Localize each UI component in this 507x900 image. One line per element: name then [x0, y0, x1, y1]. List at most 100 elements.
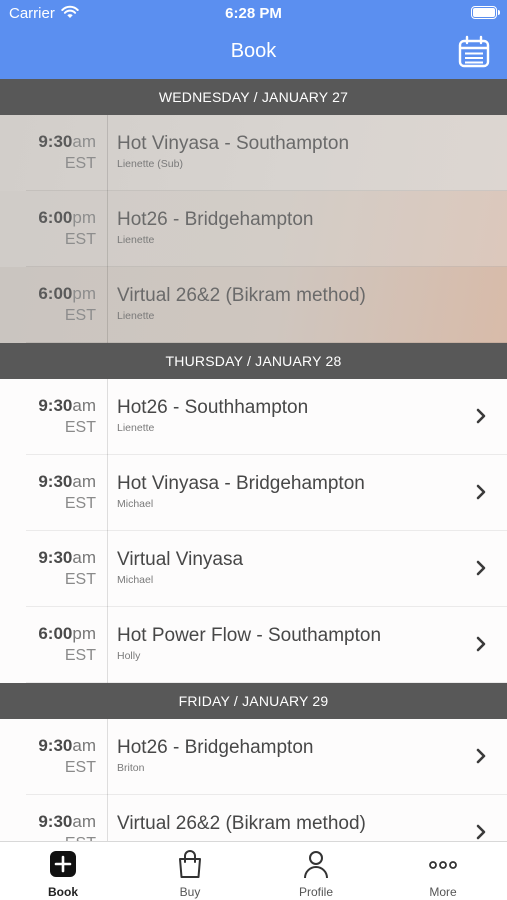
class-time-hm: 9:30 [38, 472, 73, 491]
tab-label: Buy [179, 885, 201, 899]
class-time: 9:30am [0, 812, 96, 832]
class-time-ampm: am [72, 472, 96, 491]
tab-bar: Book Buy Profile More [0, 841, 507, 900]
class-time-hm: 9:30 [38, 812, 73, 831]
class-time-ampm: am [72, 548, 96, 567]
class-time-ampm: am [72, 812, 96, 831]
day-header: FRIDAY / JANUARY 29 [0, 683, 507, 719]
class-schedule-list[interactable]: WEDNESDAY / JANUARY 27 9:30am EST Hot Vinya… [0, 79, 507, 841]
tab-more[interactable]: More [380, 842, 506, 900]
class-instructor: Lienette (Sub) [117, 158, 183, 170]
shopping-bag-icon [179, 850, 201, 878]
class-title: Hot26 - Bridgehampton [117, 737, 314, 758]
tab-label: Profile [298, 885, 333, 899]
status-bar: Carrier 6:28 PM [0, 0, 507, 28]
class-instructor: Michael [117, 498, 154, 510]
class-timezone: EST [64, 307, 96, 324]
class-time-ampm: pm [72, 208, 96, 227]
chevron-right-icon[interactable] [475, 747, 487, 765]
calendar-icon[interactable] [457, 35, 491, 69]
class-row[interactable]: 6:00pm EST Hot Power Flow - Southampton Hol… [0, 607, 507, 683]
chevron-right-icon[interactable] [475, 823, 487, 841]
class-time-ampm: am [72, 736, 96, 755]
plus-square-icon [50, 851, 76, 877]
class-timezone: EST [64, 571, 96, 588]
class-time: 9:30am [0, 132, 96, 152]
row-divider [107, 531, 108, 607]
chevron-right-icon[interactable] [475, 635, 487, 653]
row-divider [107, 267, 108, 343]
class-time-hm: 6:00 [38, 208, 73, 227]
class-row[interactable]: 9:30am EST Hot26 - Southhampton Lienette [0, 379, 507, 455]
class-timezone: EST [64, 759, 96, 776]
class-title: Hot Vinyasa - Southampton [117, 133, 350, 154]
class-instructor: Lienette [117, 310, 155, 322]
class-timezone: EST [64, 419, 96, 436]
class-instructor: Lienette [117, 422, 155, 434]
person-icon [304, 851, 328, 879]
class-time-hm: 6:00 [38, 624, 73, 643]
class-time-hm: 9:30 [38, 132, 73, 151]
class-time: 6:00pm [0, 208, 96, 228]
class-row: 9:30am EST Hot Vinyasa - Southampton Lienet… [0, 115, 507, 191]
class-time-hm: 9:30 [38, 736, 73, 755]
class-time: 9:30am [0, 548, 96, 568]
day-header: WEDNESDAY / JANUARY 27 [0, 79, 507, 115]
class-time: 9:30am [0, 736, 96, 756]
row-divider [107, 719, 108, 795]
tab-profile[interactable]: Profile [253, 842, 379, 900]
page-title: Book [230, 40, 277, 62]
class-row[interactable]: 9:30am EST Hot Vinyasa - Bridgehampton Mich… [0, 455, 507, 531]
class-title: Virtual Vinyasa [117, 549, 244, 570]
class-timezone: EST [64, 155, 96, 172]
row-divider [107, 455, 108, 531]
chevron-right-icon[interactable] [475, 407, 487, 425]
row-separator [26, 682, 507, 683]
class-time-hm: 9:30 [38, 548, 73, 567]
class-time: 9:30am [0, 472, 96, 492]
class-time-ampm: pm [72, 624, 96, 643]
tab-label: Book [48, 885, 78, 899]
class-timezone: EST [64, 647, 96, 664]
tab-label: More [429, 885, 457, 899]
class-instructor: Holly [117, 650, 141, 662]
class-row: 6:00pm EST Hot26 - Bridgehampton Lienette [0, 191, 507, 267]
class-time-ampm: pm [72, 284, 96, 303]
row-divider [107, 115, 108, 191]
top-bar: Carrier 6:28 PM Book [0, 0, 507, 79]
row-separator [26, 342, 507, 343]
class-instructor: Michael [117, 574, 154, 586]
class-time-hm: 6:00 [38, 284, 73, 303]
chevron-right-icon[interactable] [475, 559, 487, 577]
class-time-ampm: am [72, 132, 96, 151]
row-divider [107, 795, 108, 841]
class-time-ampm: am [72, 396, 96, 415]
row-divider [107, 191, 108, 267]
class-row[interactable]: 9:30amESTVirtual 26&2 (Bikram method) [0, 795, 507, 841]
class-title: Hot26 - Bridgehampton [117, 209, 314, 230]
class-time: 6:00pm [0, 284, 96, 304]
class-timezone: EST [64, 495, 96, 512]
class-instructor: Lienette [117, 234, 155, 246]
class-title: Hot Vinyasa - Bridgehampton [117, 473, 365, 494]
class-row[interactable]: 9:30am EST Hot26 - Bridgehampton Briton [0, 719, 507, 795]
battery-icon [471, 6, 500, 19]
row-divider [107, 607, 108, 683]
class-title: Virtual 26&2 (Bikram method) [117, 813, 366, 834]
class-title: Hot26 - Southhampton [117, 397, 309, 418]
class-title: Hot Power Flow - Southampton [117, 625, 382, 646]
tab-buy[interactable]: Buy [127, 842, 253, 900]
day-header: THURSDAY / JANUARY 28 [0, 343, 507, 379]
class-instructor: Briton [117, 762, 145, 774]
row-divider [107, 379, 108, 455]
tab-book[interactable]: Book [0, 842, 126, 900]
class-time-hm: 9:30 [38, 396, 73, 415]
class-row[interactable]: 9:30am EST Virtual Vinyasa Michael [0, 531, 507, 607]
more-dots-icon [429, 861, 457, 869]
class-title: Virtual 26&2 (Bikram method) [117, 285, 366, 306]
class-time: 9:30am [0, 396, 96, 416]
class-time: 6:00pm [0, 624, 96, 644]
status-time: 6:28 PM [225, 5, 282, 22]
chevron-right-icon[interactable] [475, 483, 487, 501]
class-row: 6:00pm EST Virtual 26&2 (Bikram method) Lie… [0, 267, 507, 343]
